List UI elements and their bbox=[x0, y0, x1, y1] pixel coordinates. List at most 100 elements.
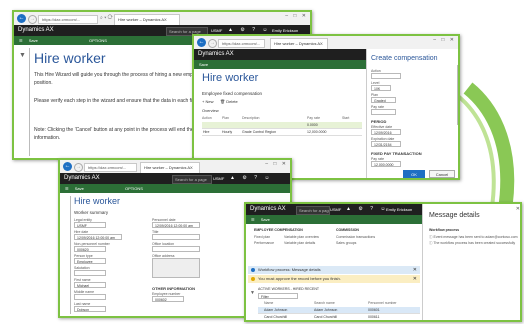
hire-date-field[interactable]: 12/09/2016 12:00:00 am bbox=[74, 234, 122, 240]
options-tab[interactable]: OPTIONS bbox=[125, 186, 143, 191]
column-header[interactable]: Search name bbox=[314, 301, 335, 305]
chevron-down-icon[interactable]: ▼ bbox=[250, 290, 255, 296]
forward-arrow-icon[interactable]: → bbox=[74, 163, 83, 172]
workflow-notice[interactable]: Workflow process: Message details ✕ bbox=[248, 266, 420, 274]
link-fixed-plan[interactable]: Fixed plan bbox=[254, 235, 270, 239]
link-sales-groups[interactable]: Sales groups bbox=[336, 241, 356, 245]
forward-arrow-icon[interactable]: → bbox=[208, 39, 217, 48]
column-header[interactable]: Plan bbox=[222, 116, 229, 120]
action-field[interactable] bbox=[371, 73, 401, 79]
last-name-field[interactable]: Dobson bbox=[74, 306, 106, 312]
menu-icon[interactable]: ☰ bbox=[19, 38, 23, 43]
page-title: Hire worker bbox=[74, 196, 121, 206]
fixed-pay-rate-field[interactable]: 12,000.0000 bbox=[371, 161, 401, 167]
personnel-date-field[interactable]: 12/09/2016 12:00:00 am bbox=[152, 222, 200, 228]
table-cell: 12,000.0000 bbox=[307, 130, 327, 134]
column-header[interactable]: Action bbox=[202, 116, 212, 120]
office-address-field[interactable] bbox=[152, 258, 200, 278]
header-icons[interactable]: ▲ ⚙ ? ☺ bbox=[346, 204, 388, 215]
browser-tab[interactable]: Hire worker – Dynamics AX bbox=[114, 14, 180, 25]
address-bar[interactable]: https://dax.crmcom/... bbox=[84, 163, 137, 172]
chevron-down-icon[interactable]: ▼ bbox=[19, 52, 26, 59]
workers-grid: Name Search name Personnel number Adam J… bbox=[258, 301, 420, 320]
back-arrow-icon[interactable]: ← bbox=[197, 38, 206, 47]
personnel-number-field[interactable]: 000620 bbox=[74, 246, 106, 252]
level-field[interactable]: 10K bbox=[371, 85, 391, 91]
user-name[interactable]: Emily Erickson bbox=[386, 204, 412, 215]
link-performance[interactable]: Performance bbox=[254, 241, 274, 245]
header-icons[interactable]: ▲ ⚙ ? ☺ bbox=[230, 173, 272, 184]
save-button[interactable]: Save bbox=[75, 186, 84, 191]
link-variable-overview[interactable]: Variable plan overview bbox=[284, 235, 319, 239]
office-location-field[interactable] bbox=[152, 246, 200, 252]
column-header[interactable]: Start bbox=[342, 116, 349, 120]
app-name[interactable]: Dynamics AX bbox=[64, 173, 100, 184]
company-picker[interactable]: USMF bbox=[330, 204, 341, 215]
new-button[interactable]: + New bbox=[202, 98, 213, 105]
browser-tab[interactable]: Hire worker – Dynamics AX bbox=[140, 162, 200, 173]
step-subtitle[interactable]: Worker summary bbox=[74, 209, 108, 216]
first-name-field[interactable]: Michael bbox=[74, 282, 106, 288]
column-header[interactable]: Name bbox=[264, 301, 273, 305]
pay-rate-field[interactable] bbox=[371, 109, 396, 115]
cancel-button[interactable]: Cancel bbox=[429, 170, 455, 178]
table-row[interactable]: 0.0000 bbox=[202, 122, 362, 129]
window-controls-icon[interactable]: – □ ✕ bbox=[433, 37, 456, 43]
middle-name-field[interactable] bbox=[74, 294, 106, 300]
plan-field[interactable]: Graded bbox=[371, 97, 396, 103]
overview-section[interactable]: Overview bbox=[202, 108, 219, 113]
intro-text-4: Note: Clicking the ‘Cancel’ button at an… bbox=[34, 127, 217, 133]
ok-button[interactable]: OK bbox=[403, 170, 425, 178]
company-picker[interactable]: USMF bbox=[213, 173, 224, 184]
page-search-input[interactable]: Search for a page bbox=[172, 175, 212, 184]
panel-scrollbar[interactable] bbox=[457, 65, 458, 125]
column-header[interactable]: Personnel number bbox=[368, 301, 397, 305]
address-bar-icons[interactable]: ⌕ ▾ ⟳ bbox=[100, 15, 113, 22]
warning-notice[interactable]: You must approve the record before you f… bbox=[248, 275, 420, 283]
column-header[interactable]: Pay rate bbox=[307, 116, 320, 120]
delete-button[interactable]: 🗑 Delete bbox=[220, 98, 238, 105]
window-controls-icon[interactable]: – □ ✕ bbox=[265, 161, 288, 167]
menu-icon[interactable]: ☰ bbox=[65, 186, 69, 191]
table-row[interactable]: Hire Hourly Grade Control Region 12,000.… bbox=[202, 129, 362, 136]
close-icon[interactable]: ✕ bbox=[516, 206, 520, 212]
title-field[interactable] bbox=[152, 234, 200, 240]
compensation-grid: Action Plan Description Pay rate Start 0… bbox=[202, 116, 362, 146]
browser-tab[interactable]: Hire worker – Dynamics AX bbox=[270, 38, 328, 49]
browser-chrome: ← → https://dax.crmcom/... Hire worker –… bbox=[60, 160, 290, 174]
person-type-field[interactable]: Employee bbox=[74, 258, 106, 264]
menu-icon[interactable]: ☰ bbox=[251, 217, 255, 222]
filter-input[interactable]: Filter bbox=[258, 293, 298, 299]
app-name[interactable]: Dynamics AX bbox=[18, 25, 54, 36]
table-row[interactable]: Carol Churchill Carol Churchill 000611 bbox=[258, 314, 420, 320]
legal-entity-field[interactable]: USMF bbox=[74, 222, 106, 228]
save-button[interactable]: Save bbox=[29, 38, 38, 43]
close-icon[interactable]: ✕ bbox=[413, 266, 417, 274]
effective-date-field[interactable]: 12/09/2016 bbox=[371, 129, 401, 135]
forward-arrow-icon[interactable]: → bbox=[28, 15, 37, 24]
address-bar[interactable]: https://dax.crmcom/... bbox=[218, 39, 265, 48]
expiration-date-field[interactable]: 12/31/2154 bbox=[371, 141, 401, 147]
link-variable-details[interactable]: Variable plan details bbox=[284, 241, 315, 245]
app-name[interactable]: Dynamics AX bbox=[250, 204, 286, 215]
panel-title: Create compensation bbox=[371, 55, 438, 62]
table-row[interactable]: Adam Johnson Adam Johnson 000601 bbox=[258, 307, 420, 314]
table-cell: Adam Johnson bbox=[314, 308, 338, 312]
link-commission-transactions[interactable]: Commission transactions bbox=[336, 235, 375, 239]
options-tab[interactable]: OPTIONS bbox=[89, 38, 107, 43]
back-arrow-icon[interactable]: ← bbox=[63, 162, 72, 171]
create-compensation-panel: Create compensation Action Level 10K Pla… bbox=[366, 49, 458, 178]
app-name[interactable]: Dynamics AX bbox=[198, 49, 234, 60]
table-cell: Adam Johnson bbox=[264, 308, 288, 312]
page-search-input[interactable]: Search for a page bbox=[296, 206, 330, 215]
back-arrow-icon[interactable]: ← bbox=[17, 14, 26, 23]
window-controls-icon[interactable]: – □ ✕ bbox=[285, 13, 308, 19]
column-header[interactable]: Description bbox=[242, 116, 260, 120]
step-divider bbox=[29, 48, 30, 156]
save-button[interactable]: Save bbox=[199, 62, 208, 67]
address-bar[interactable]: https://dax.crmcom/... bbox=[38, 15, 98, 24]
close-icon[interactable]: ✕ bbox=[413, 275, 417, 283]
save-button[interactable]: Save bbox=[261, 217, 270, 222]
employee-number-field[interactable]: 000602 bbox=[152, 296, 184, 302]
salutation-field[interactable] bbox=[74, 270, 106, 276]
